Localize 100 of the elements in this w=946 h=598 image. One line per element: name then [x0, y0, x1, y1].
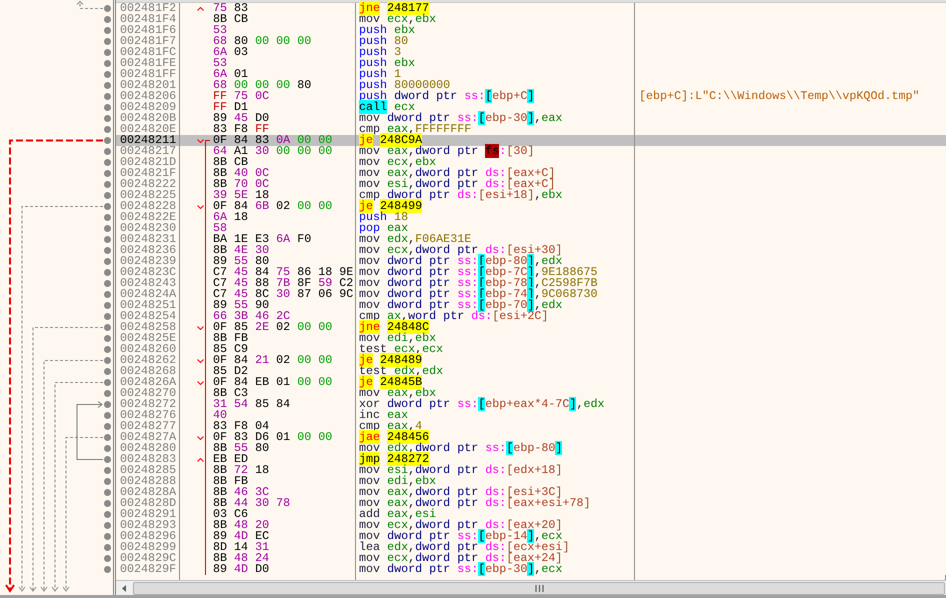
- address-text: 002481F2: [120, 1, 176, 15]
- instruction-text: mov dword ptr ss:[ebp-70],edx: [359, 298, 562, 312]
- disassembly-row[interactable]: 00248217 64 A1 30 00 00 00 mov eax,dword ptr fs:[30]: [116, 146, 946, 157]
- address-text: 0024828A: [120, 485, 176, 499]
- instruction-text: push 80: [359, 34, 408, 48]
- opcode-bytes: 89 55 80: [213, 256, 270, 267]
- address-text: 00248201: [120, 78, 176, 92]
- address-text: 002481F4: [120, 12, 176, 26]
- disassembly-row[interactable]: 002481FE 53 push ebx: [116, 58, 946, 69]
- address-text: 00248228: [120, 199, 176, 213]
- disassembly-row[interactable]: 00248258 0F 85 2E 02 00 00 jne 24848C: [116, 322, 946, 333]
- opcode-bytes: 6A 01: [213, 69, 248, 80]
- instruction-text: mov eax,dword ptr fs:[30]: [359, 144, 534, 158]
- horizontal-scrollbar[interactable]: [116, 580, 946, 595]
- instruction-text: mov ecx,ebx: [359, 12, 436, 26]
- disassembly-row[interactable]: 00248228 0F 84 6B 02 00 00 je 248499: [116, 201, 946, 212]
- opcode-bytes: 0F 83 D6 01 00 00: [213, 432, 332, 443]
- instruction-text: mov ecx,dword ptr ds:[eax+20]: [359, 518, 562, 532]
- disassembly-row[interactable]: 0024827A 0F 83 D6 01 00 00 jae 248456: [116, 432, 946, 443]
- instruction-text: mov eax,dword ptr ds:[esi+3C]: [359, 485, 562, 499]
- disassembly-row[interactable]: 002481F2 75 83 jne 248177: [116, 3, 946, 14]
- instruction-text: mov edi,ebx: [359, 331, 436, 345]
- opcode-bytes: 8B 48 20: [213, 520, 270, 531]
- opcode-bytes: C7 45 8C 30 87 06 9C: [213, 289, 354, 300]
- disassembly-row[interactable]: 0024822E 6A 18 push 18: [116, 212, 946, 223]
- disassembly-row[interactable]: 002481F6 53 push ebx: [116, 25, 946, 36]
- disassembly-row[interactable]: 00248285 8B 72 18 mov esi,dword ptr ds:[edx+18]: [116, 465, 946, 476]
- disassembly-row[interactable]: 0024825E 8B FB mov edi,ebx: [116, 333, 946, 344]
- disassembly-row[interactable]: 0024820B 89 45 D0 mov dword ptr ss:[ebp-30],eax: [116, 113, 946, 124]
- disassembly-row[interactable]: 002481FF 6A 01 push 1: [116, 69, 946, 80]
- opcode-bytes: 8B 72 18: [213, 465, 270, 476]
- instruction-text: mov eax,dword ptr ds:[eax+C]: [359, 166, 556, 180]
- disassembly-row[interactable]: 0024828D 8B 44 30 78 mov eax,dword ptr ds:[eax+esi+78]: [116, 498, 946, 509]
- opcode-bytes: 8B 46 3C: [213, 487, 270, 498]
- address-text: 00248254: [120, 309, 176, 323]
- address-text: 0024821F: [120, 166, 176, 180]
- address-text: 002481FE: [120, 56, 176, 70]
- opcode-bytes: 66 3B 46 2C: [213, 311, 290, 322]
- address-text: 00248236: [120, 243, 176, 257]
- disassembly-row[interactable]: 00248299 8D 14 31 lea edx,dword ptr ds:[ecx+esi]: [116, 542, 946, 553]
- disassembly-row[interactable]: 00248283 EB ED jmp 248272: [116, 454, 946, 465]
- opcode-bytes: EB ED: [213, 454, 248, 465]
- address-text: 00248277: [120, 419, 176, 433]
- disassembly-row[interactable]: 00248211 0F 84 83 0A 00 00 je 248C9A: [116, 135, 946, 146]
- address-text: 00248231: [120, 232, 176, 246]
- address-text: 00248296: [120, 529, 176, 543]
- disassembly-row[interactable]: 00248230 58 pop eax: [116, 223, 946, 234]
- opcode-bytes: 0F 84 EB 01 00 00: [213, 377, 332, 388]
- opcode-bytes: 0F 84 83 0A 00 00: [213, 135, 332, 146]
- opcode-bytes: 0F 84 6B 02 00 00: [213, 201, 332, 212]
- disassembly-row[interactable]: 00248296 89 4D EC mov dword ptr ss:[ebp-14],ecx: [116, 531, 946, 542]
- disassembly-row[interactable]: 00248276 40 inc eax: [116, 410, 946, 421]
- address-text: 0024820B: [120, 111, 176, 125]
- instruction-text: mov esi,dword ptr ds:[eax+C]: [359, 177, 556, 191]
- instruction-text: je 248C9A: [359, 133, 422, 147]
- disassembly-row[interactable]: 002481F7 68 80 00 00 00 push 80: [116, 36, 946, 47]
- address-text: 00248280: [120, 441, 176, 455]
- opcode-bytes: 68 80 00 00 00: [213, 36, 312, 47]
- disassembly-row[interactable]: 0024828A 8B 46 3C mov eax,dword ptr ds:[esi+3C]: [116, 487, 946, 498]
- disassembly-row[interactable]: 00248222 8B 70 0C mov esi,dword ptr ds:[eax+C]: [116, 179, 946, 190]
- disassembly-row[interactable]: 00248262 0F 84 21 02 00 00 je 248489: [116, 355, 946, 366]
- instruction-text: inc eax: [359, 408, 408, 422]
- disassembly-row[interactable]: 00248272 31 54 85 84 xor dword ptr ss:[ebp+eax*4-7C],edx: [116, 399, 946, 410]
- address-text: 00248243: [120, 276, 176, 290]
- instruction-text: jmp 248272: [359, 452, 430, 466]
- instruction-text: jne 248177: [359, 1, 430, 15]
- address-text: 00248270: [120, 386, 176, 400]
- scroll-thumb[interactable]: [133, 582, 945, 594]
- opcode-bytes: BA 1E E3 6A F0: [213, 234, 312, 245]
- disassembly-row[interactable]: 00248291 03 C6 add eax,esi: [116, 509, 946, 520]
- instruction-text: call ecx: [359, 100, 416, 114]
- opcode-bytes: 89 45 D0: [213, 113, 270, 124]
- opcode-bytes: 8B 55 80: [213, 443, 270, 454]
- address-text: 00248260: [120, 342, 176, 356]
- disassembly-row[interactable]: 0024829F 89 4D D0 mov dword ptr ss:[ebp-30],ecx: [116, 564, 946, 575]
- address-text: 0024829F: [120, 562, 176, 576]
- opcode-bytes: 0F 85 2E 02 00 00: [213, 322, 332, 333]
- opcode-bytes: 89 55 90: [213, 300, 270, 311]
- opcode-bytes: 53: [213, 58, 228, 69]
- opcode-bytes: 83 F8 04: [213, 421, 270, 432]
- disassembly-row[interactable]: 002481F4 8B CB mov ecx,ebx: [116, 14, 946, 25]
- address-text: 0024827A: [120, 430, 176, 444]
- opcode-bytes: 68 00 00 00 80: [213, 80, 312, 91]
- address-text: 0024826A: [120, 375, 176, 389]
- disassembly-row[interactable]: 00248288 8B FB mov edi,ebx: [116, 476, 946, 487]
- disassembly-row[interactable]: 00248209 FF D1 call ecx: [116, 102, 946, 113]
- opcode-bytes: FF D1: [213, 102, 248, 113]
- address-text: 0024823C: [120, 265, 176, 279]
- disassembly-row[interactable]: 00248251 89 55 90 mov dword ptr ss:[ebp-70],edx: [116, 300, 946, 311]
- disassembly-row[interactable]: 0024821F 8B 40 0C mov eax,dword ptr ds:[eax+C]: [116, 168, 946, 179]
- address-text: 00248291: [120, 507, 176, 521]
- disassembly-row[interactable]: 0024821D 8B CB mov ecx,ebx: [116, 157, 946, 168]
- disassembly-row[interactable]: 002481FC 6A 03 push 3: [116, 47, 946, 58]
- instruction-text: mov dword ptr ss:[ebp-30],eax: [359, 111, 562, 125]
- opcode-bytes: 8B CB: [213, 14, 248, 25]
- address-text: 0024822E: [120, 210, 176, 224]
- disassembly-row[interactable]: 00248231 BA 1E E3 6A F0 mov edx,F06AE31E: [116, 234, 946, 245]
- instruction-text: push 80000000: [359, 78, 450, 92]
- instruction-text: push 3: [359, 45, 402, 59]
- disassembly-row[interactable]: 0024826A 0F 84 EB 01 00 00 je 24845B: [116, 377, 946, 388]
